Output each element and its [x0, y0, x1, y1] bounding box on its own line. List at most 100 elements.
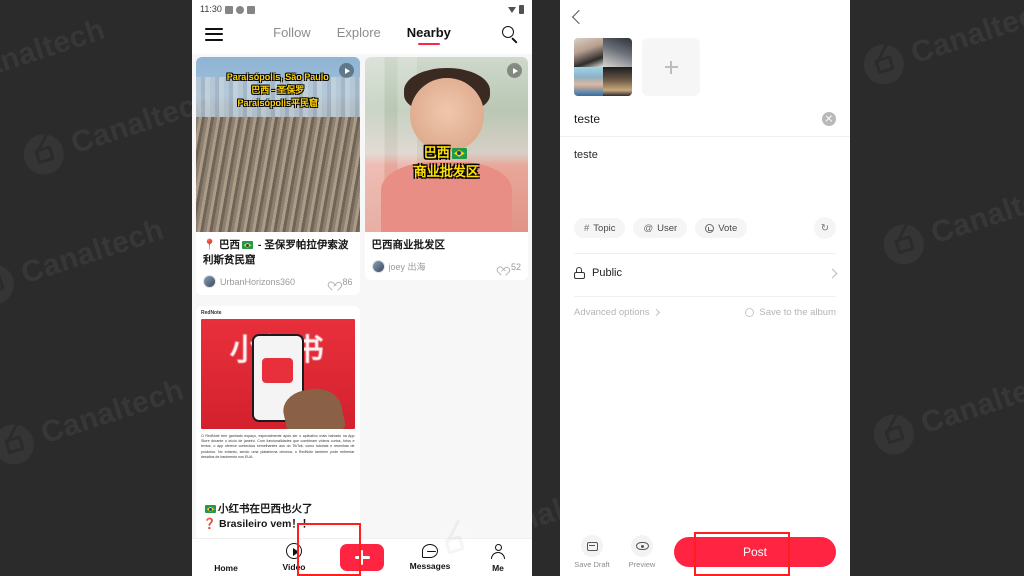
thumbnail-overlay-text: 巴西 商业批发区 [413, 144, 479, 179]
battery-icon [519, 5, 524, 14]
card-title-prefix: 📍 巴西 [203, 239, 240, 251]
nav-messages-label: Messages [409, 561, 451, 571]
avatar [371, 260, 385, 273]
title-field-row: teste [560, 96, 850, 137]
chip-user-label: User [657, 222, 678, 234]
watermark: Canaltech [868, 360, 1024, 460]
watermark-text: Canaltech [927, 173, 1024, 251]
chip-topic-label: Topic [593, 222, 616, 234]
tab-explore[interactable]: Explore [337, 25, 381, 43]
play-icon [338, 63, 354, 78]
lock-icon [574, 267, 585, 279]
nav-home-label: Home [214, 562, 238, 573]
watermark: Canaltech [18, 80, 220, 180]
tab-nearby[interactable]: Nearby [407, 25, 451, 43]
status-bar-left: 11:30 [200, 5, 255, 14]
feed-card[interactable]: RedNote 小红书 O RedNote tem ganhado espaço… [196, 306, 360, 559]
canaltech-logo-icon [0, 419, 40, 470]
add-media-button[interactable] [642, 38, 700, 96]
title-input[interactable]: teste [574, 112, 822, 126]
eye-icon [631, 535, 653, 557]
clear-icon[interactable] [822, 112, 836, 126]
canaltech-logo-icon [878, 219, 930, 270]
post-button[interactable]: Post [674, 537, 836, 567]
hash-icon: # [584, 222, 590, 234]
card-username[interactable]: joey 出海 [389, 260, 426, 273]
download-icon [246, 5, 255, 14]
card-title-line2: ❓ Brasileiro vem！！ [203, 518, 313, 530]
watermark: Canaltech [0, 13, 110, 91]
card-title: 巴西商业批发区 [371, 239, 446, 251]
card-username[interactable]: UrbanHorizons360 [220, 277, 295, 287]
nav-create[interactable] [336, 544, 388, 571]
preview-button[interactable]: Preview [624, 535, 660, 569]
draft-icon [581, 535, 603, 557]
card-thumbnail[interactable]: RedNote 小红书 O RedNote tem ganhado espaço… [196, 306, 360, 496]
advanced-options-button[interactable]: Advanced options [574, 307, 660, 318]
privacy-row[interactable]: Public [560, 254, 850, 292]
plus-icon[interactable] [340, 544, 384, 571]
home-icon [218, 543, 235, 560]
nav-home[interactable]: Home [200, 543, 252, 573]
tab-follow[interactable]: Follow [273, 25, 311, 43]
like-count[interactable]: 52 [495, 262, 521, 272]
watermark-text: Canaltech [0, 12, 110, 91]
feed-grid[interactable]: Paraisópolis, São Paulo 巴西 - 圣保罗 Paraisó… [192, 54, 532, 576]
nav-video[interactable]: Video [268, 543, 320, 572]
media-picker [560, 34, 850, 96]
watermark-text: Canaltech [37, 373, 188, 451]
bottom-navigation: Home Video Messages Me [192, 538, 532, 576]
watermark-text: Canaltech [17, 213, 168, 291]
card-meta: joey 出海 52 [371, 260, 521, 273]
card-thumbnail[interactable]: Paraisópolis, São Paulo 巴西 - 圣保罗 Paraisó… [196, 57, 360, 232]
status-bar: 11:30 [192, 0, 532, 14]
card-title-line1: 小红书在巴西也火了 [218, 503, 313, 515]
feed-top-bar: Follow Explore Nearby [192, 14, 532, 54]
card-thumbnail[interactable]: 巴西 商业批发区 [364, 57, 528, 232]
nav-messages[interactable]: Messages [404, 544, 456, 571]
save-to-album-toggle[interactable]: Save to the album [745, 307, 836, 318]
chevron-left-icon[interactable] [571, 9, 587, 25]
canaltech-logo-icon [858, 39, 910, 90]
body-input[interactable]: teste [560, 137, 850, 207]
screenshot-root: Canaltech Canaltech Canaltech Canaltech … [0, 0, 1024, 576]
card-meta: UrbanHorizons360 86 [203, 275, 353, 288]
save-draft-button[interactable]: Save Draft [574, 535, 610, 569]
nav-video-label: Video [282, 562, 306, 572]
chip-vote-label: Vote [718, 222, 738, 234]
chip-vote[interactable]: Vote [695, 218, 748, 238]
nav-me-label: Me [492, 562, 504, 573]
card-title: 📍 巴西 - 圣保罗帕拉伊索波利斯贫民窟 [203, 238, 353, 268]
feed-card[interactable]: 巴西 商业批发区 巴西商业批发区 joey 出海 52 [364, 57, 529, 280]
compose-screen: teste teste # Topic @ User Vote ↻ Public… [560, 0, 850, 576]
video-icon [286, 543, 302, 559]
brazil-flag-icon [242, 241, 253, 250]
watermark: Canaltech [0, 210, 169, 310]
canaltech-logo-icon [18, 129, 70, 180]
vote-icon [705, 223, 715, 233]
chevron-right-icon [652, 308, 660, 317]
preview-label: Preview [628, 560, 656, 569]
search-icon[interactable] [502, 25, 519, 43]
media-thumbnail[interactable] [574, 38, 632, 96]
compose-footer: Save Draft Preview Post [560, 528, 850, 576]
card-body: 巴西商业批发区 joey 出海 52 [365, 232, 529, 280]
insert-chips-row: # Topic @ User Vote ↻ [560, 207, 850, 249]
at-icon: @ [643, 222, 654, 234]
like-count[interactable]: 86 [326, 277, 352, 287]
refresh-icon[interactable]: ↻ [814, 217, 836, 239]
status-bar-right [508, 5, 524, 14]
chip-topic[interactable]: # Topic [574, 218, 626, 238]
nav-me[interactable]: Me [472, 543, 524, 573]
card-body: 📍 巴西 - 圣保罗帕拉伊索波利斯贫民窟 UrbanHorizons360 86 [196, 232, 360, 295]
feed-card[interactable]: Paraisópolis, São Paulo 巴西 - 圣保罗 Paraisó… [196, 57, 360, 295]
feed-screen: 11:30 Follow Explore Nearby Paraisópolis… [192, 0, 532, 576]
signal-icon [508, 6, 516, 13]
heart-icon [330, 277, 339, 286]
watermark: Canaltech [0, 370, 189, 470]
advanced-options-row: Advanced options Save to the album [560, 297, 850, 328]
canaltech-logo-icon [868, 409, 920, 460]
chevron-right-icon [827, 268, 838, 278]
mail-icon [224, 5, 233, 14]
chip-user[interactable]: @ User [633, 218, 688, 238]
